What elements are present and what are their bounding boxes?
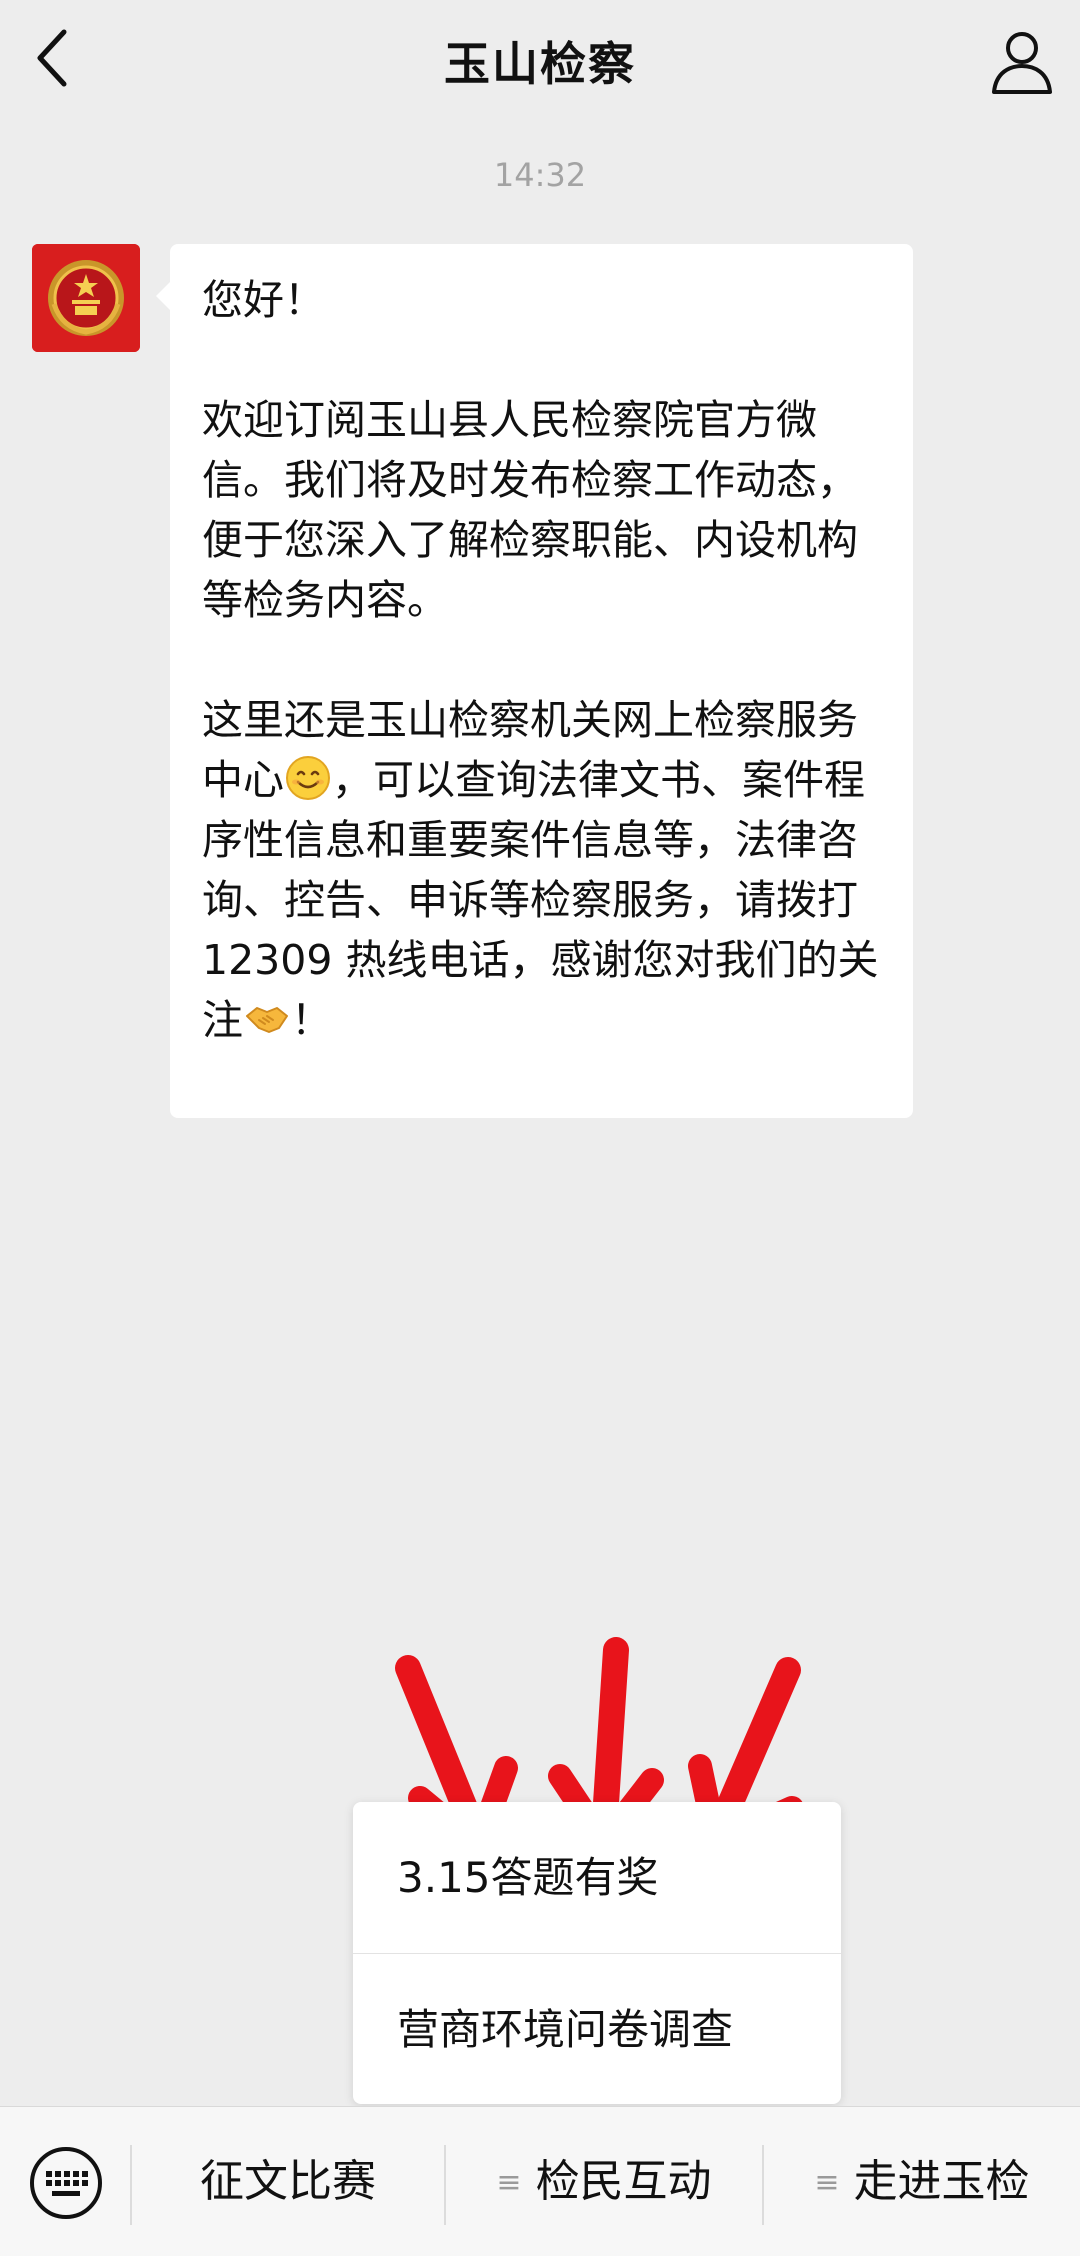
menu-tab-essay-contest[interactable]: 征文比赛: [132, 2107, 444, 2256]
handshake-emoji-icon: [246, 1007, 288, 1033]
person-icon: [992, 32, 1052, 94]
smile-emoji-icon: [286, 756, 330, 800]
submenu-item-quiz[interactable]: 3.15答题有奖: [353, 1802, 841, 1953]
menu-icon: ≡: [814, 2165, 840, 2200]
procuratorate-emblem-icon: [32, 244, 140, 352]
official-account-avatar[interactable]: [32, 244, 140, 352]
bottom-menu-bar: 征文比赛 ≡ 检民互动 ≡ 走进玉检: [0, 2106, 1080, 2256]
message-timestamp: 14:32: [493, 156, 587, 194]
submenu-popup: 3.15答题有奖 营商环境问卷调查: [353, 1802, 841, 2104]
chat-screen: 玉山检察 14:32 您好！ 欢迎订阅玉山县人民检察院官方微信。我们将及时发布检…: [0, 0, 1080, 2256]
menu-tab-label: 检民互动: [535, 2156, 712, 2207]
message-paragraph-welcome: 欢迎订阅玉山县人民检察院官方微信。我们将及时发布检察工作动态，便于您深入了解检察…: [202, 396, 858, 624]
profile-button[interactable]: [982, 22, 1062, 102]
message-greeting: 您好！: [202, 276, 325, 324]
keyboard-toggle-button[interactable]: [28, 2145, 104, 2221]
keyboard-icon: [30, 2147, 102, 2219]
menu-tab-interaction[interactable]: ≡ 检民互动: [446, 2107, 762, 2256]
service-text-end: ！: [291, 996, 332, 1044]
menu-tab-label: 走进玉检: [853, 2156, 1030, 2207]
menu-tab-about[interactable]: ≡ 走进玉检: [764, 2107, 1080, 2256]
menu-tab-label: 征文比赛: [200, 2156, 376, 2207]
message-paragraph-service: 这里还是玉山检察机关网上检察服务中心 ，可以查询法律文书、案件程序性信息和重要案件…: [202, 690, 881, 1050]
menu-icon: ≡: [496, 2165, 522, 2200]
message-bubble[interactable]: 您好！ 欢迎订阅玉山县人民检察院官方微信。我们将及时发布检察工作动态，便于您深入…: [156, 244, 913, 1118]
page-title: 玉山检察: [444, 37, 636, 91]
submenu-item-survey[interactable]: 营商环境问卷调查: [353, 1954, 841, 2105]
nav-bar: 玉山检察: [0, 0, 1080, 118]
